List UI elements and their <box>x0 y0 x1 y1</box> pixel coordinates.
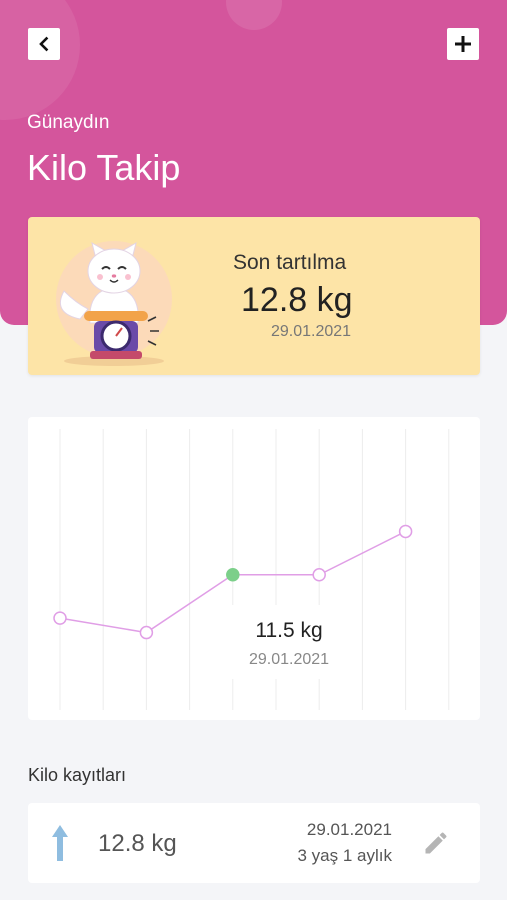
header-decoration <box>226 0 282 30</box>
tooltip-value: 11.5 kg <box>255 619 323 642</box>
weight-chart: 11.5 kg 29.01.2021 <box>28 417 480 720</box>
page-title: Kilo Takip <box>27 147 181 188</box>
record-age: 3 yaş 1 aylık <box>297 846 393 865</box>
back-button[interactable] <box>28 28 60 60</box>
chart-data-point[interactable] <box>226 568 240 582</box>
chart-data-point[interactable] <box>398 524 413 539</box>
arrow-up-icon <box>52 825 68 861</box>
weight-record-row[interactable]: 12.8 kg 29.01.2021 3 yaş 1 aylık <box>28 803 480 883</box>
last-weighing-card: Son tartılma 12.8 kg 29.01.2021 <box>28 217 480 375</box>
chart-data-point[interactable] <box>139 625 154 640</box>
record-date: 29.01.2021 <box>306 820 392 839</box>
chevron-left-icon <box>39 36 49 52</box>
last-weighing-value: 12.8 kg <box>241 281 353 319</box>
last-weighing-date: 29.01.2021 <box>271 323 352 340</box>
greeting: Günaydın <box>27 112 110 133</box>
add-weight-button[interactable] <box>447 28 479 60</box>
last-weighing-label: Son tartılma <box>233 251 347 274</box>
record-weight: 12.8 kg <box>98 830 177 857</box>
records-section-title: Kilo kayıtları <box>28 765 127 785</box>
pencil-icon[interactable] <box>422 829 450 857</box>
plus-icon <box>455 36 471 52</box>
chart-tooltip: 11.5 kg 29.01.2021 <box>230 605 348 679</box>
cat-on-scale-illustration <box>56 241 172 366</box>
chart-data-point[interactable] <box>53 611 67 625</box>
header-decoration <box>0 0 80 120</box>
tooltip-date: 29.01.2021 <box>248 651 330 668</box>
chart-data-point[interactable] <box>312 568 326 582</box>
